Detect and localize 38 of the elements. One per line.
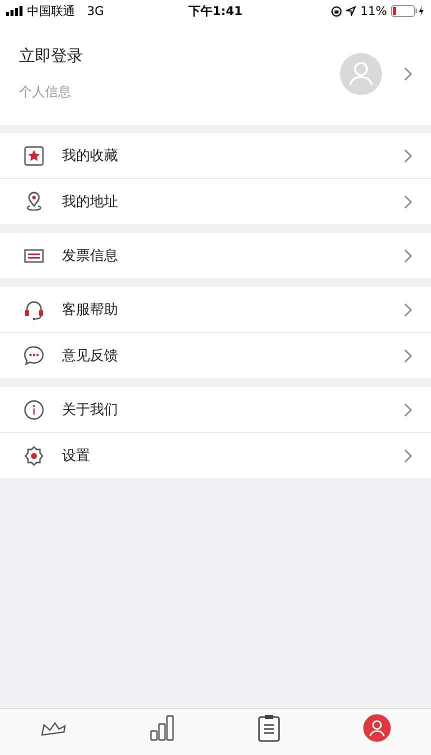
- profile-card[interactable]: 立即登录 个人信息: [0, 22, 431, 125]
- menu-label: 关于我们: [62, 400, 119, 418]
- info-icon: [23, 398, 45, 420]
- menu-item[interactable]: 发票信息: [0, 233, 431, 278]
- login-link[interactable]: 立即登录: [19, 46, 340, 67]
- menu-item[interactable]: 我的地址: [0, 179, 431, 224]
- menu-label: 发票信息: [62, 246, 119, 264]
- chevron-icon: [404, 348, 412, 362]
- menu-item[interactable]: 设置: [0, 433, 431, 478]
- battery-percent: 11%: [360, 4, 387, 18]
- chevron-icon: [404, 448, 412, 462]
- menu-label: 意见反馈: [62, 346, 119, 364]
- chat-bubble-icon: [23, 344, 45, 366]
- chevron-icon: [404, 402, 412, 416]
- chevron-icon: [404, 148, 412, 162]
- menu-label: 设置: [62, 446, 91, 464]
- menu-item[interactable]: 意见反馈: [0, 333, 431, 378]
- rotation-lock-icon: [331, 6, 342, 16]
- menu-item[interactable]: 我的收藏: [0, 133, 431, 179]
- person-icon: [362, 713, 392, 743]
- chevron-icon: [404, 66, 412, 80]
- chevron-icon: [404, 248, 412, 262]
- chevron-icon: [404, 194, 412, 208]
- menu-label: 我的收藏: [62, 146, 119, 164]
- headset-icon: [23, 298, 45, 320]
- chevron-icon: [404, 302, 412, 316]
- signal-icon: [6, 6, 23, 16]
- carrier-name: 中国联通: [27, 2, 75, 20]
- menu-label: 客服帮助: [62, 300, 119, 318]
- location-icon: [346, 6, 356, 16]
- profile-subtitle: 个人信息: [19, 84, 72, 101]
- menu-item[interactable]: 客服帮助: [0, 287, 431, 333]
- status-time: 下午1:41: [188, 2, 242, 20]
- menu-item[interactable]: 关于我们: [0, 387, 431, 433]
- menu-label: 我的地址: [62, 192, 119, 210]
- network-type: 3G: [87, 4, 104, 18]
- battery-icon: [391, 5, 425, 17]
- settings-icon: [23, 444, 45, 466]
